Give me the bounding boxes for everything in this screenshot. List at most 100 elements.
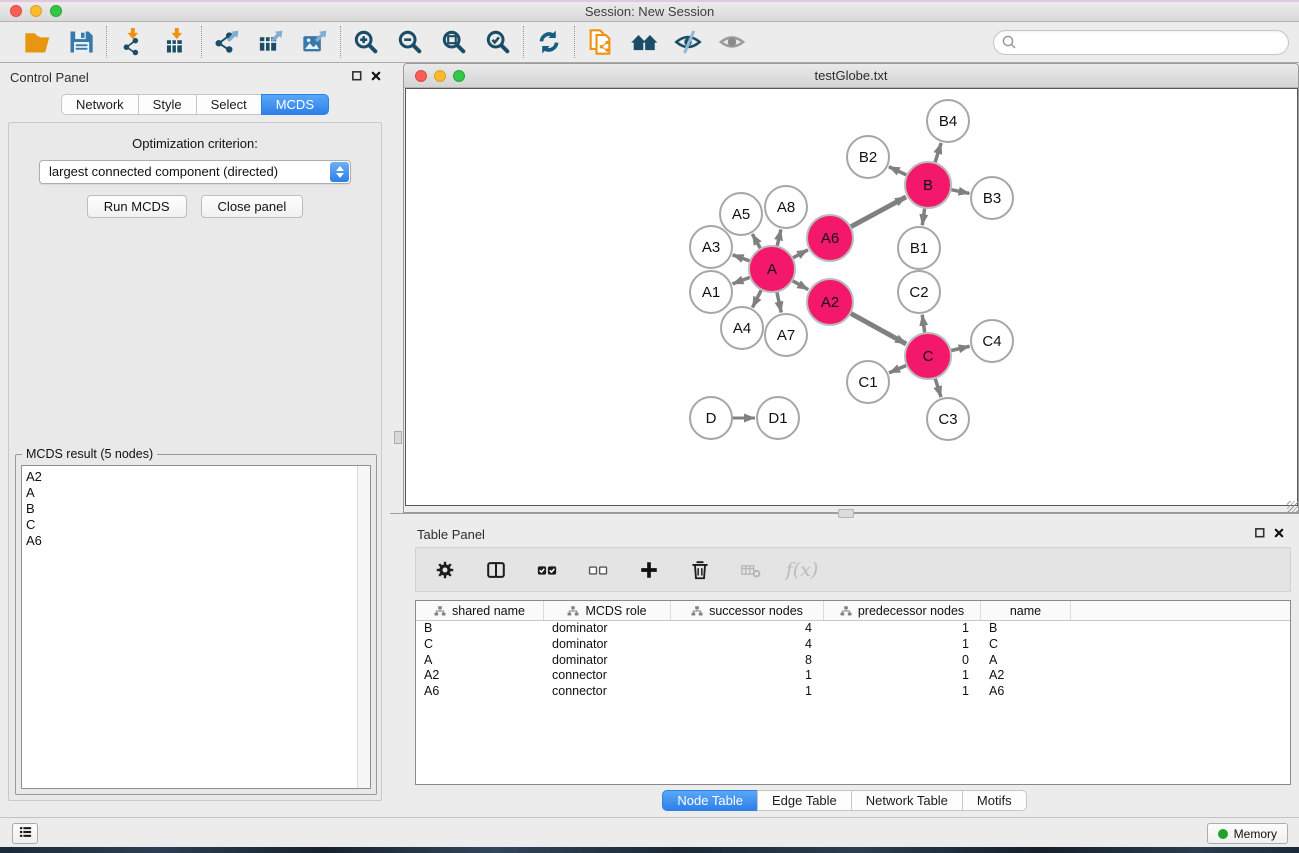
show-all-networks-icon[interactable] [629,27,659,57]
zoom-in-icon[interactable] [351,27,381,57]
export-table-icon[interactable] [256,27,286,57]
tab-style[interactable]: Style [138,94,197,115]
memory-button[interactable]: Memory [1207,823,1288,844]
refresh-layout-icon[interactable] [534,27,564,57]
edge-C-C1[interactable] [889,365,907,373]
deselect-all-rows-icon[interactable] [586,558,610,582]
column-header-successor-nodes[interactable]: successor nodes [671,601,824,620]
graph-node-D1[interactable]: D1 [757,397,799,439]
graph-node-C3[interactable]: C3 [927,398,969,440]
graph-node-A3[interactable]: A3 [690,226,732,268]
table-cell[interactable]: 0 [824,653,981,669]
mcds-result-item[interactable]: A [26,485,370,501]
table-cell[interactable]: C [416,637,544,653]
table-cell[interactable]: B [416,621,544,637]
table-row[interactable]: A6connector11A6 [416,684,1290,700]
zoom-out-icon[interactable] [395,27,425,57]
column-header-mcds-role[interactable]: MCDS role [544,601,671,620]
edge-A2-C[interactable] [850,313,906,344]
table-cell[interactable]: connector [544,668,671,684]
table-cell[interactable]: 1 [824,621,981,637]
minimize-window-button[interactable] [30,5,42,17]
graph-node-B4[interactable]: B4 [927,100,969,142]
edge-A6-B[interactable] [850,197,906,227]
edge-A-A6[interactable] [792,250,808,258]
edge-A-A8[interactable] [777,229,781,246]
column-header-shared-name[interactable]: shared name [416,601,544,620]
network-minimize-button[interactable] [434,70,446,82]
mcds-result-item[interactable]: A2 [26,469,370,485]
graph-node-D[interactable]: D [690,397,732,439]
network-from-clipboard-icon[interactable] [585,27,615,57]
zoom-fit-icon[interactable] [439,27,469,57]
table-cell[interactable]: B [981,621,1071,637]
network-close-button[interactable] [415,70,427,82]
hide-selected-icon[interactable] [673,27,703,57]
network-maximize-button[interactable] [453,70,465,82]
table-row[interactable]: Cdominator41C [416,637,1290,653]
export-network-icon[interactable] [212,27,242,57]
gear-icon[interactable] [433,558,457,582]
edge-A-A7[interactable] [777,291,781,312]
graph-node-C2[interactable]: C2 [898,271,940,313]
table-cell[interactable]: 4 [671,621,824,637]
graph-node-B3[interactable]: B3 [971,177,1013,219]
task-history-button[interactable] [12,823,38,844]
edge-A-A3[interactable] [733,255,751,261]
result-list-scrollbar[interactable] [357,466,370,788]
table-cell[interactable]: A6 [416,684,544,700]
edge-A-A4[interactable] [752,290,761,308]
tab-mcds[interactable]: MCDS [261,94,329,115]
close-window-button[interactable] [10,5,22,17]
add-column-icon[interactable] [637,558,661,582]
tab-node-table[interactable]: Node Table [662,790,758,811]
table-cell[interactable]: A [416,653,544,669]
network-canvas[interactable]: B4B2BB3A8A5A6A3B1AA1C2A2A4A7C4CC1C3DD1 [405,88,1298,506]
graph-node-A2[interactable]: A2 [807,279,853,325]
mcds-result-item[interactable]: A6 [26,533,370,549]
split-pane-grip[interactable] [394,431,402,444]
table-cell[interactable]: dominator [544,653,671,669]
table-cell[interactable]: A2 [981,668,1071,684]
table-cell[interactable]: 1 [671,668,824,684]
graph-node-A8[interactable]: A8 [765,186,807,228]
table-cell[interactable]: dominator [544,621,671,637]
tab-motifs[interactable]: Motifs [962,790,1027,811]
graph-node-A7[interactable]: A7 [765,314,807,356]
column-header-predecessor-nodes[interactable]: predecessor nodes [824,601,981,620]
table-row[interactable]: A2connector11A2 [416,668,1290,684]
save-session-icon[interactable] [66,27,96,57]
table-cell[interactable]: 1 [824,684,981,700]
tab-network-table[interactable]: Network Table [851,790,963,811]
criterion-select[interactable]: largest connected component (directed) [39,160,351,184]
close-panel-icon[interactable] [370,70,382,85]
horizontal-divider-grip[interactable] [838,509,854,518]
open-file-icon[interactable] [22,27,52,57]
graph-node-B1[interactable]: B1 [898,227,940,269]
table-cell[interactable]: 8 [671,653,824,669]
table-cell[interactable]: A6 [981,684,1071,700]
table-row[interactable]: Bdominator41B [416,621,1290,637]
table-cell[interactable]: 1 [671,684,824,700]
table-cell[interactable]: connector [544,684,671,700]
mcds-result-item[interactable]: C [26,517,370,533]
zoom-selected-icon[interactable] [483,27,513,57]
table-cell[interactable]: 1 [824,637,981,653]
export-image-icon[interactable] [300,27,330,57]
table-cell[interactable]: A2 [416,668,544,684]
column-header-name[interactable]: name [981,601,1071,620]
table-cell[interactable]: C [981,637,1071,653]
close-panel-button[interactable]: Close panel [201,195,304,218]
graph-node-C1[interactable]: C1 [847,361,889,403]
tab-select[interactable]: Select [196,94,262,115]
table-cell[interactable]: A [981,653,1071,669]
graph-node-A1[interactable]: A1 [690,271,732,313]
import-network-icon[interactable] [117,27,147,57]
table-row[interactable]: Adominator80A [416,653,1290,669]
table-cell[interactable]: dominator [544,637,671,653]
search-input[interactable] [993,30,1289,55]
delete-column-icon[interactable] [688,558,712,582]
show-hidden-icon[interactable] [717,27,747,57]
run-mcds-button[interactable]: Run MCDS [87,195,187,218]
graph-node-A6[interactable]: A6 [807,215,853,261]
